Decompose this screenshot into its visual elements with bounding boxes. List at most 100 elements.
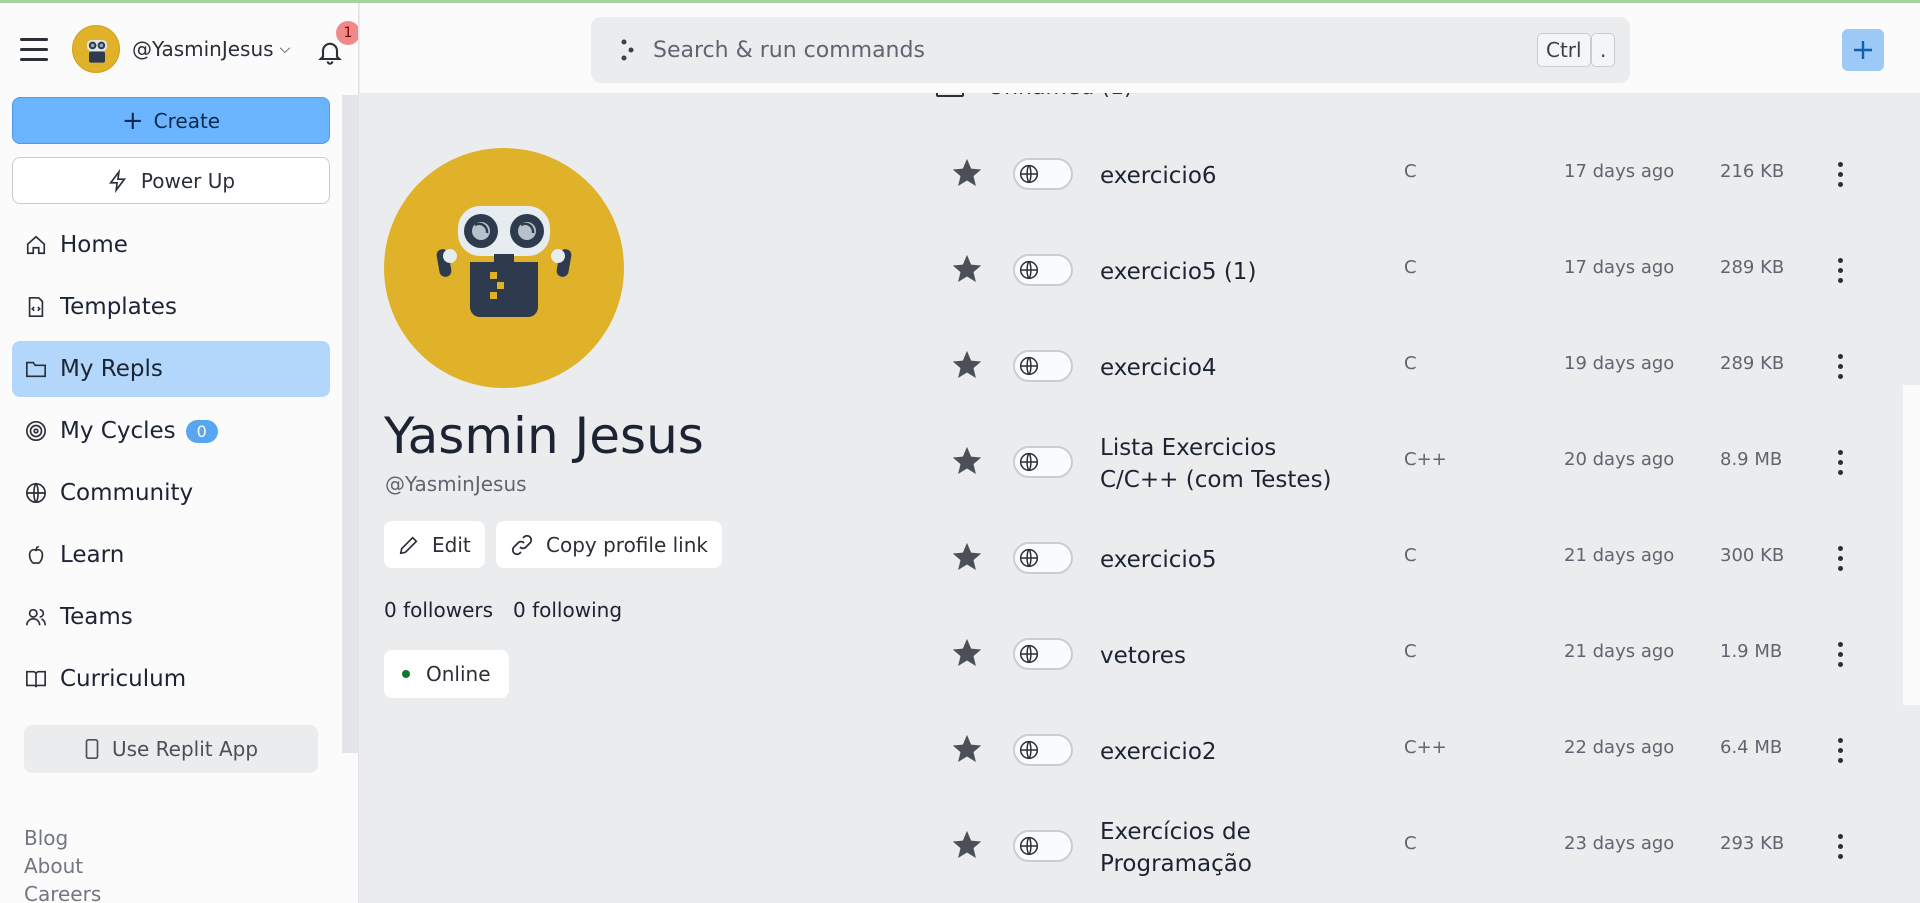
globe-icon: [1017, 546, 1041, 570]
more-options-icon[interactable]: [1830, 156, 1850, 192]
footer-link-blog[interactable]: Blog: [24, 824, 101, 852]
more-options-icon[interactable]: [1830, 348, 1850, 384]
visibility-toggle[interactable]: [1013, 446, 1073, 478]
power-up-button[interactable]: Power Up: [12, 157, 330, 204]
sidebar-item-teams[interactable]: Teams: [12, 589, 330, 645]
more-options-icon[interactable]: [1830, 540, 1850, 576]
repl-row[interactable]: exercicio5 C 21 days ago 300 KB: [940, 512, 1870, 608]
teams-icon: [24, 605, 48, 629]
following-count[interactable]: 0 following: [513, 598, 622, 622]
repl-title[interactable]: vetores: [1100, 626, 1350, 686]
repl-updated: 19 days ago: [1564, 353, 1675, 374]
globe-icon: [1017, 642, 1041, 666]
new-repl-button[interactable]: [1842, 29, 1884, 71]
repl-updated: 21 days ago: [1564, 545, 1675, 566]
visibility-toggle[interactable]: [1013, 350, 1073, 382]
repl-row[interactable]: Lista Exercicios C/C++ (com Testes) C++ …: [940, 416, 1870, 512]
repl-language: C: [1404, 161, 1417, 182]
plus-icon: [1854, 41, 1872, 59]
globe-icon: [1017, 162, 1041, 186]
repl-title[interactable]: Lista Exercicios C/C++ (com Testes): [1100, 434, 1350, 494]
command-icon: [621, 39, 634, 61]
star-icon[interactable]: [950, 156, 984, 190]
repl-title[interactable]: exercicio2: [1100, 722, 1350, 782]
user-menu[interactable]: @YasminJesus ⌵: [132, 37, 290, 61]
sidebar-item-templates[interactable]: Templates: [12, 279, 330, 335]
repl-updated: 20 days ago: [1564, 449, 1675, 470]
username: @YasminJesus: [132, 37, 274, 61]
create-button[interactable]: + Create: [12, 97, 330, 144]
globe-icon: [1017, 258, 1041, 282]
visibility-toggle[interactable]: [1013, 830, 1073, 862]
star-icon[interactable]: [950, 444, 984, 478]
shortcut-key-ctrl: Ctrl: [1537, 33, 1591, 67]
globe-icon: [1017, 450, 1041, 474]
sidebar-item-label: Community: [60, 480, 194, 506]
edit-profile-button[interactable]: Edit: [384, 521, 485, 568]
footer-link-about[interactable]: About: [24, 852, 101, 880]
visibility-toggle[interactable]: [1013, 734, 1073, 766]
menu-icon[interactable]: [20, 38, 50, 62]
sidebar-item-my-repls[interactable]: My Repls: [12, 341, 330, 397]
repl-size: 1.9 MB: [1720, 641, 1783, 662]
globe-icon: [1017, 738, 1041, 762]
visibility-toggle[interactable]: [1013, 158, 1073, 190]
visibility-toggle[interactable]: [1013, 638, 1073, 670]
repl-row[interactable]: exercicio4 C 19 days ago 289 KB: [940, 320, 1870, 416]
repl-updated: 21 days ago: [1564, 641, 1675, 662]
footer-link-careers[interactable]: Careers: [24, 880, 101, 903]
repl-size: 293 KB: [1720, 833, 1785, 854]
repl-title[interactable]: exercicio5: [1100, 530, 1350, 590]
star-icon[interactable]: [950, 348, 984, 382]
sidebar-scrollbar[interactable]: [342, 95, 358, 753]
sidebar-item-label: Learn: [60, 542, 125, 568]
star-icon[interactable]: [950, 828, 984, 862]
star-icon[interactable]: [950, 540, 984, 574]
repl-title[interactable]: Exercícios de Programação: [1100, 818, 1350, 878]
sidebar-item-community[interactable]: Community: [12, 465, 330, 521]
use-replit-app-button[interactable]: Use Replit App: [24, 725, 318, 773]
more-options-icon[interactable]: [1830, 252, 1850, 288]
status-label: Online: [426, 662, 491, 686]
power-up-label: Power Up: [140, 168, 236, 193]
repl-row[interactable]: vetores C 21 days ago 1.9 MB: [940, 608, 1870, 704]
more-options-icon[interactable]: [1830, 444, 1850, 480]
top-bar: Search & run commands Ctrl .: [360, 3, 1920, 93]
sidebar-header: @YasminJesus ⌵ 1: [0, 3, 358, 98]
repl-title[interactable]: exercicio4: [1100, 338, 1350, 398]
folder-icon: [24, 357, 48, 381]
visibility-toggle[interactable]: [1013, 254, 1073, 286]
repl-language: C++: [1404, 449, 1447, 470]
book-icon: [24, 667, 48, 691]
followers-count[interactable]: 0 followers: [384, 598, 493, 622]
star-icon[interactable]: [950, 636, 984, 670]
repl-language: C: [1404, 833, 1417, 854]
more-options-icon[interactable]: [1830, 636, 1850, 672]
search-placeholder: Search & run commands: [653, 37, 925, 63]
sidebar-item-my-cycles[interactable]: My Cycles 0: [12, 403, 330, 459]
repl-updated: 17 days ago: [1564, 257, 1675, 278]
more-options-icon[interactable]: [1830, 732, 1850, 768]
sidebar-item-label: My Repls: [60, 356, 163, 382]
sidebar-item-learn[interactable]: Learn: [12, 527, 330, 583]
star-icon[interactable]: [950, 252, 984, 286]
use-app-label: Use Replit App: [111, 737, 259, 761]
repl-language: C: [1404, 257, 1417, 278]
repl-row[interactable]: Exercícios de Programação C 23 days ago …: [940, 800, 1870, 896]
star-icon[interactable]: [950, 732, 984, 766]
repl-title[interactable]: exercicio6: [1100, 146, 1350, 206]
repl-row[interactable]: exercicio6 C 17 days ago 216 KB: [940, 128, 1870, 224]
globe-icon: [1017, 834, 1041, 858]
search-bar[interactable]: Search & run commands Ctrl .: [591, 17, 1630, 83]
more-options-icon[interactable]: [1830, 828, 1850, 864]
repl-row[interactable]: exercicio5 (1) C 17 days ago 289 KB: [940, 224, 1870, 320]
main-scrollbar[interactable]: [1903, 385, 1920, 705]
copy-profile-link-button[interactable]: Copy profile link: [496, 521, 722, 568]
repl-row[interactable]: exercicio2 C++ 22 days ago 6.4 MB: [940, 704, 1870, 800]
repl-title[interactable]: exercicio5 (1): [1100, 242, 1350, 302]
avatar[interactable]: [72, 25, 120, 73]
visibility-toggle[interactable]: [1013, 542, 1073, 574]
profile-handle: @YasminJesus: [385, 472, 527, 496]
sidebar-item-curriculum[interactable]: Curriculum: [12, 651, 330, 707]
sidebar-item-home[interactable]: Home: [12, 217, 330, 273]
